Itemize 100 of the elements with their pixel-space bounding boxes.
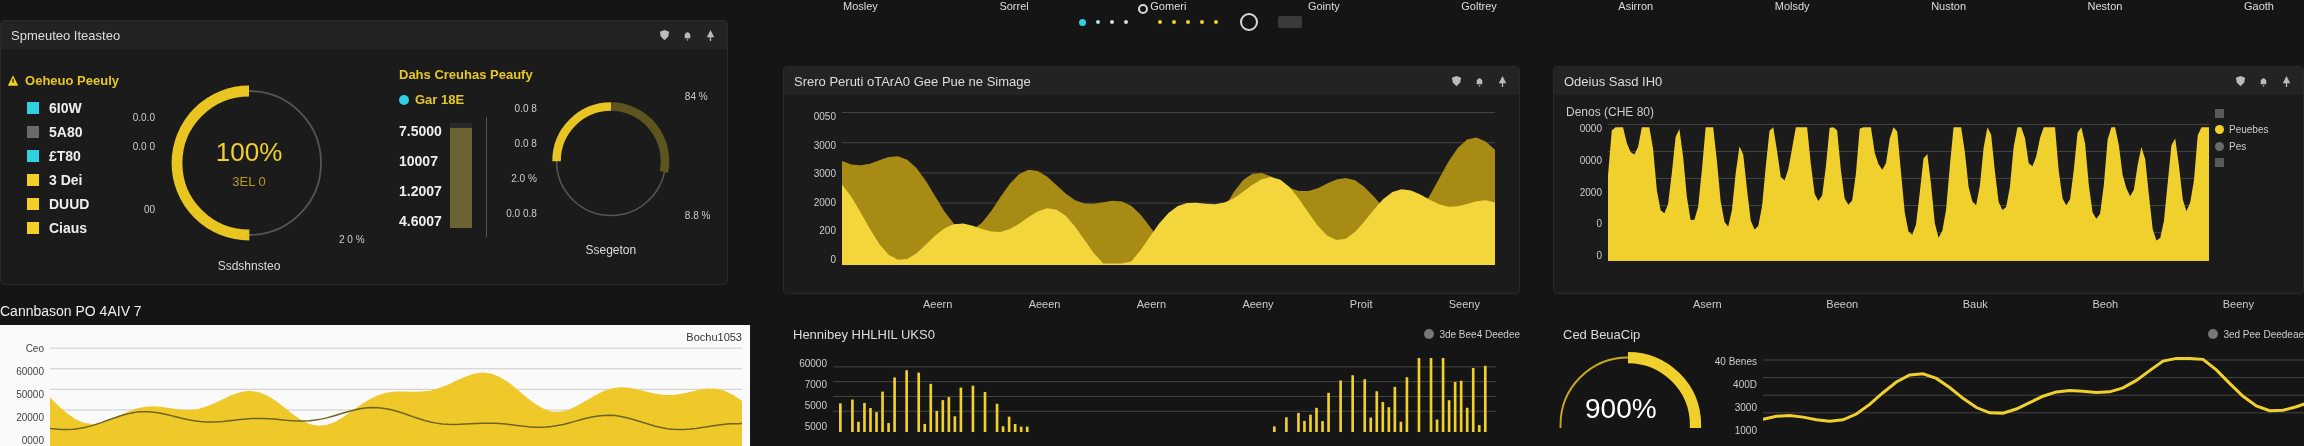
panel-title: Spmeuteo Iteasteo [11,27,121,43]
legend-label: 5A80 [49,124,83,140]
pager-dot[interactable] [1110,20,1114,24]
panel-title: Odeius Sasd IH0 [1564,73,1663,89]
axis-tick-label: Aeern [923,298,953,312]
ring-label: 0.0 0.8 [506,208,537,219]
ring-caption: Ssegeton [584,243,638,257]
legend-label: Pes [2229,141,2247,152]
pager-dot[interactable] [1096,20,1100,24]
section-title: Hennibey HHLHIL UKS0 [793,326,935,342]
axis-tick-label: 60000 [16,366,44,377]
axis-tick-label: Ceo [25,343,44,354]
ring-label: 0.0 8 [514,138,537,149]
value-text: 1.2007 [399,183,442,199]
chart-title: Bochu1053 [686,331,742,343]
legend-label: 6I0W [49,100,82,116]
nav-link[interactable]: Gaoth [2244,0,2274,12]
pager-dot[interactable] [1079,18,1086,26]
donut-value: 900% [1585,394,1657,424]
axis-tick-label: 50000 [16,389,44,400]
legend-dot [1424,329,1435,339]
legend-label: 3de Bee4 Deedee [1439,328,1520,340]
axis-tick-label: Beeny [2222,298,2254,312]
gauge-caption: Ssdshnsteo [216,259,282,273]
legend-label: £T80 [49,148,81,164]
shield-icon[interactable] [658,28,671,42]
value-text: 7.5000 [399,123,442,139]
axis-tick-label: 3000 [813,168,836,180]
nav-link[interactable]: Nuston [1931,0,1966,12]
axis-tick-label: 0000 [1579,123,1602,134]
axis-tick-label: 20000 [16,412,44,423]
axis-tick-label: Aeeny [1242,298,1274,312]
nav-link[interactable]: Goltrey [1461,0,1497,12]
axis-tick-label: 200 [819,225,836,237]
value-text: 4.6007 [399,213,442,229]
axis-tick-label: Bauk [1962,298,1988,312]
gauge-label: 00 [143,203,155,215]
pager-dot[interactable] [1200,20,1204,24]
pin-icon[interactable] [2280,74,2293,88]
pager-dot[interactable] [1158,20,1162,24]
shield-icon[interactable] [2234,74,2247,88]
legend-title: Oeheuo Peeuly [25,73,119,88]
ring-label: 84 % [684,91,709,102]
section-title: Dahs Creuhas Peaufy [399,67,533,82]
pager-dot[interactable] [1138,4,1148,14]
section-title: Cannbason PO 4AIV 7 [0,303,143,319]
axis-tick-label: 0000 [1579,154,1602,166]
pager-dot[interactable] [1214,20,1218,24]
gauge-value: 100% [215,137,283,168]
warning-icon [7,74,20,87]
ring-segment [610,102,669,173]
axis-tick-label: 7000 [804,379,827,390]
value-text: 10007 [399,153,439,169]
axis-tick-label: 40 Benes [1714,356,1757,367]
legend-label: 3ed Pee Deedeae [2223,328,2304,340]
axis-tick-label: 3000 [813,139,836,151]
nav-link[interactable]: Neston [2087,0,2123,12]
axis-tick-label: Asern [1693,298,1722,312]
badge-label: Gar 18E [415,92,465,107]
nav-link[interactable]: Molsdy [1774,0,1810,12]
legend-label: 3 Dei [49,172,83,188]
axis-tick-label: 0 [1596,250,1602,261]
axis-tick-label: Seeny [1448,298,1480,312]
nav-link[interactable]: Gointy [1307,0,1340,12]
nav-link[interactable]: Gomeri [1150,0,1187,12]
pager-dot[interactable] [1124,20,1128,24]
axis-tick-label: 0050 [813,111,836,122]
gauge-label: 2 0 % [339,234,365,245]
legend-label: Peuebes [2229,124,2269,135]
legend-label: Ciaus [49,220,88,236]
axis-tick-label: 5000 [804,400,827,411]
axis-tick-label: Beoh [2092,298,2119,312]
axis-tick-label: 1000 [1734,425,1757,436]
axis-tick-label: Aeeen [1028,298,1061,312]
axis-tick-label: Aeern [1136,298,1167,312]
nav-link[interactable]: Sorrel [999,0,1029,12]
axis-tick-label: 60000 [799,358,827,369]
panel-title: Srero Peruti oTArA0 Gee Pue ne Simage [794,73,1031,89]
axis-tick-label: 0 [1596,218,1602,230]
axis-tick-label: 0000 [21,435,44,446]
section-title: Ced BeuaCip [1563,326,1641,342]
ring-label: 0.0 8 [514,103,537,114]
pin-icon[interactable] [1496,74,1509,88]
nav-link[interactable]: Mosley [843,0,878,12]
chart-subtitle: Denos (CHE 80) [1565,104,1656,119]
pager-dot[interactable] [1240,13,1258,31]
nav-link[interactable]: Asirron [1618,0,1654,12]
axis-tick-label: 2000 [813,196,836,208]
pager-dot[interactable] [1172,20,1176,24]
axis-tick-label: 2000 [1579,186,1602,198]
axis-tick-label: Proit [1349,298,1373,312]
axis-tick-label: 5000 [804,421,827,432]
gauge-subvalue: 3EL 0 [232,174,266,189]
ring-label: 8.8 % [684,210,712,221]
shield-icon[interactable] [1450,74,1463,88]
axis-tick-label: 3000 [1734,402,1757,413]
ring-label: 2.0 % [511,173,537,184]
pin-icon[interactable] [704,28,717,42]
legend-label: DUUD [49,196,90,212]
pager-dot[interactable] [1186,20,1190,24]
